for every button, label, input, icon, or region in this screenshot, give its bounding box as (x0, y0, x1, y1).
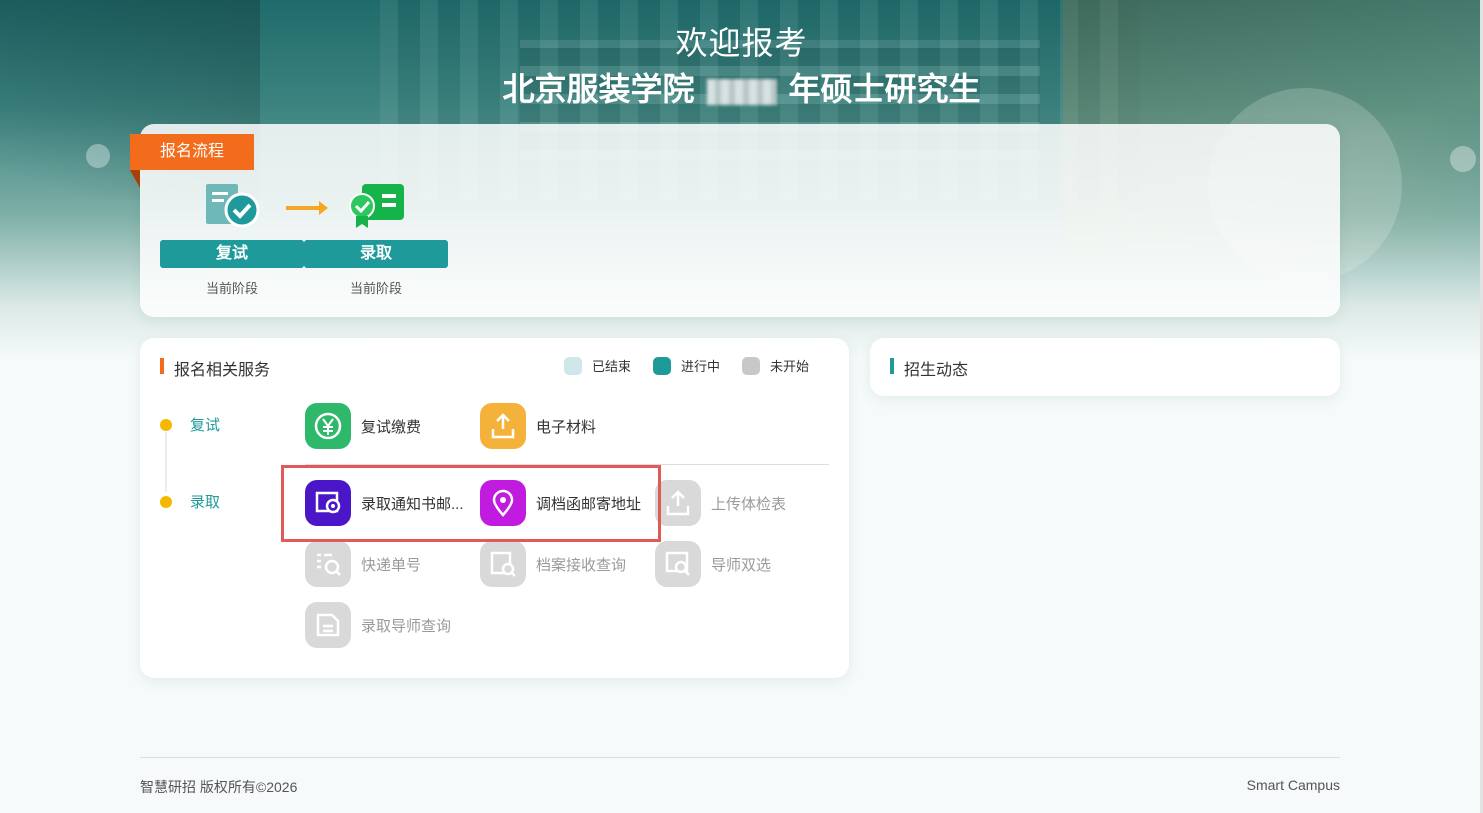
flow-step-label: 录取 (304, 240, 448, 268)
flow-tag-fold (130, 170, 140, 188)
legend-ongoing: 进行中 (652, 356, 720, 375)
services-title: 报名相关服务 (160, 356, 270, 380)
flow-step-status: 当前阶段 (349, 281, 402, 296)
service-label: 电子材料 (536, 418, 597, 436)
window-search-icon (655, 541, 701, 587)
legend-not-started: 未开始 (741, 356, 809, 375)
folder-doc-icon (305, 602, 351, 648)
service-label: 档案接收查询 (536, 556, 627, 574)
legend-swatch (652, 356, 671, 375)
service-archive-receipt-query[interactable]: 档案接收查询 (480, 541, 650, 587)
footer-copyright: 智慧研招 版权所有©2026 (140, 779, 298, 795)
decor-bubble (86, 144, 110, 168)
service-label: 导师双选 (711, 556, 772, 574)
upload-tray-icon (655, 480, 701, 526)
title-school: 北京服装学院 (502, 71, 695, 107)
flow-tag: 报名流程 (130, 134, 254, 170)
service-retest-fee[interactable]: 复试缴费 (305, 403, 475, 449)
service-label: 复试缴费 (361, 418, 422, 436)
stage-label: 录取 (190, 494, 221, 511)
document-check-icon (160, 182, 304, 234)
flow-step-label: 复试 (160, 240, 304, 268)
yuan-coin-icon (305, 403, 351, 449)
legend-swatch (563, 356, 582, 375)
footer-brand: Smart Campus (1246, 777, 1340, 793)
service-label: 快递单号 (361, 556, 422, 574)
stage-connector (165, 432, 167, 492)
flow-step-admission: 录取 当前阶段 (304, 182, 448, 297)
legend-label: 已结束 (591, 359, 631, 374)
page-title: 北京服装学院 年硕士研究生 (0, 64, 1483, 110)
stage-retest[interactable]: 复试 (160, 414, 220, 435)
highlight-box (281, 465, 661, 542)
admission-news-card: 招生动态 (870, 338, 1340, 396)
legend-label: 进行中 (680, 359, 720, 374)
status-legend: 已结束 进行中 未开始 (563, 356, 809, 375)
service-label: 上传体检表 (711, 495, 787, 513)
upload-tray-icon (480, 403, 526, 449)
news-title: 招生动态 (890, 356, 968, 380)
legend-ended: 已结束 (563, 356, 631, 375)
list-search-icon (305, 541, 351, 587)
service-supervisor-selection[interactable]: 导师双选 (655, 541, 825, 587)
blurred-year (706, 78, 777, 105)
title-program: 年硕士研究生 (788, 71, 981, 107)
service-upload-medical-form[interactable]: 上传体检表 (655, 480, 825, 526)
stage-admission[interactable]: 录取 (160, 491, 220, 512)
flow-step-retest: 复试 当前阶段 (160, 182, 304, 297)
decor-bubble (1450, 146, 1476, 172)
welcome-title: 欢迎报考 (675, 25, 808, 61)
stage-dot (160, 495, 172, 508)
service-express-number[interactable]: 快递单号 (305, 541, 475, 587)
footer-divider (140, 757, 1340, 758)
service-label: 录取导师查询 (361, 617, 452, 635)
legend-label: 未开始 (769, 359, 809, 374)
stage-label: 复试 (190, 417, 221, 434)
file-search-icon (480, 541, 526, 587)
service-e-materials[interactable]: 电子材料 (480, 403, 650, 449)
legend-swatch (741, 356, 760, 375)
stage-dot (160, 418, 172, 431)
admission-certificate-icon (304, 182, 448, 234)
service-supervisor-query[interactable]: 录取导师查询 (305, 602, 475, 648)
flow-step-status: 当前阶段 (205, 281, 258, 296)
